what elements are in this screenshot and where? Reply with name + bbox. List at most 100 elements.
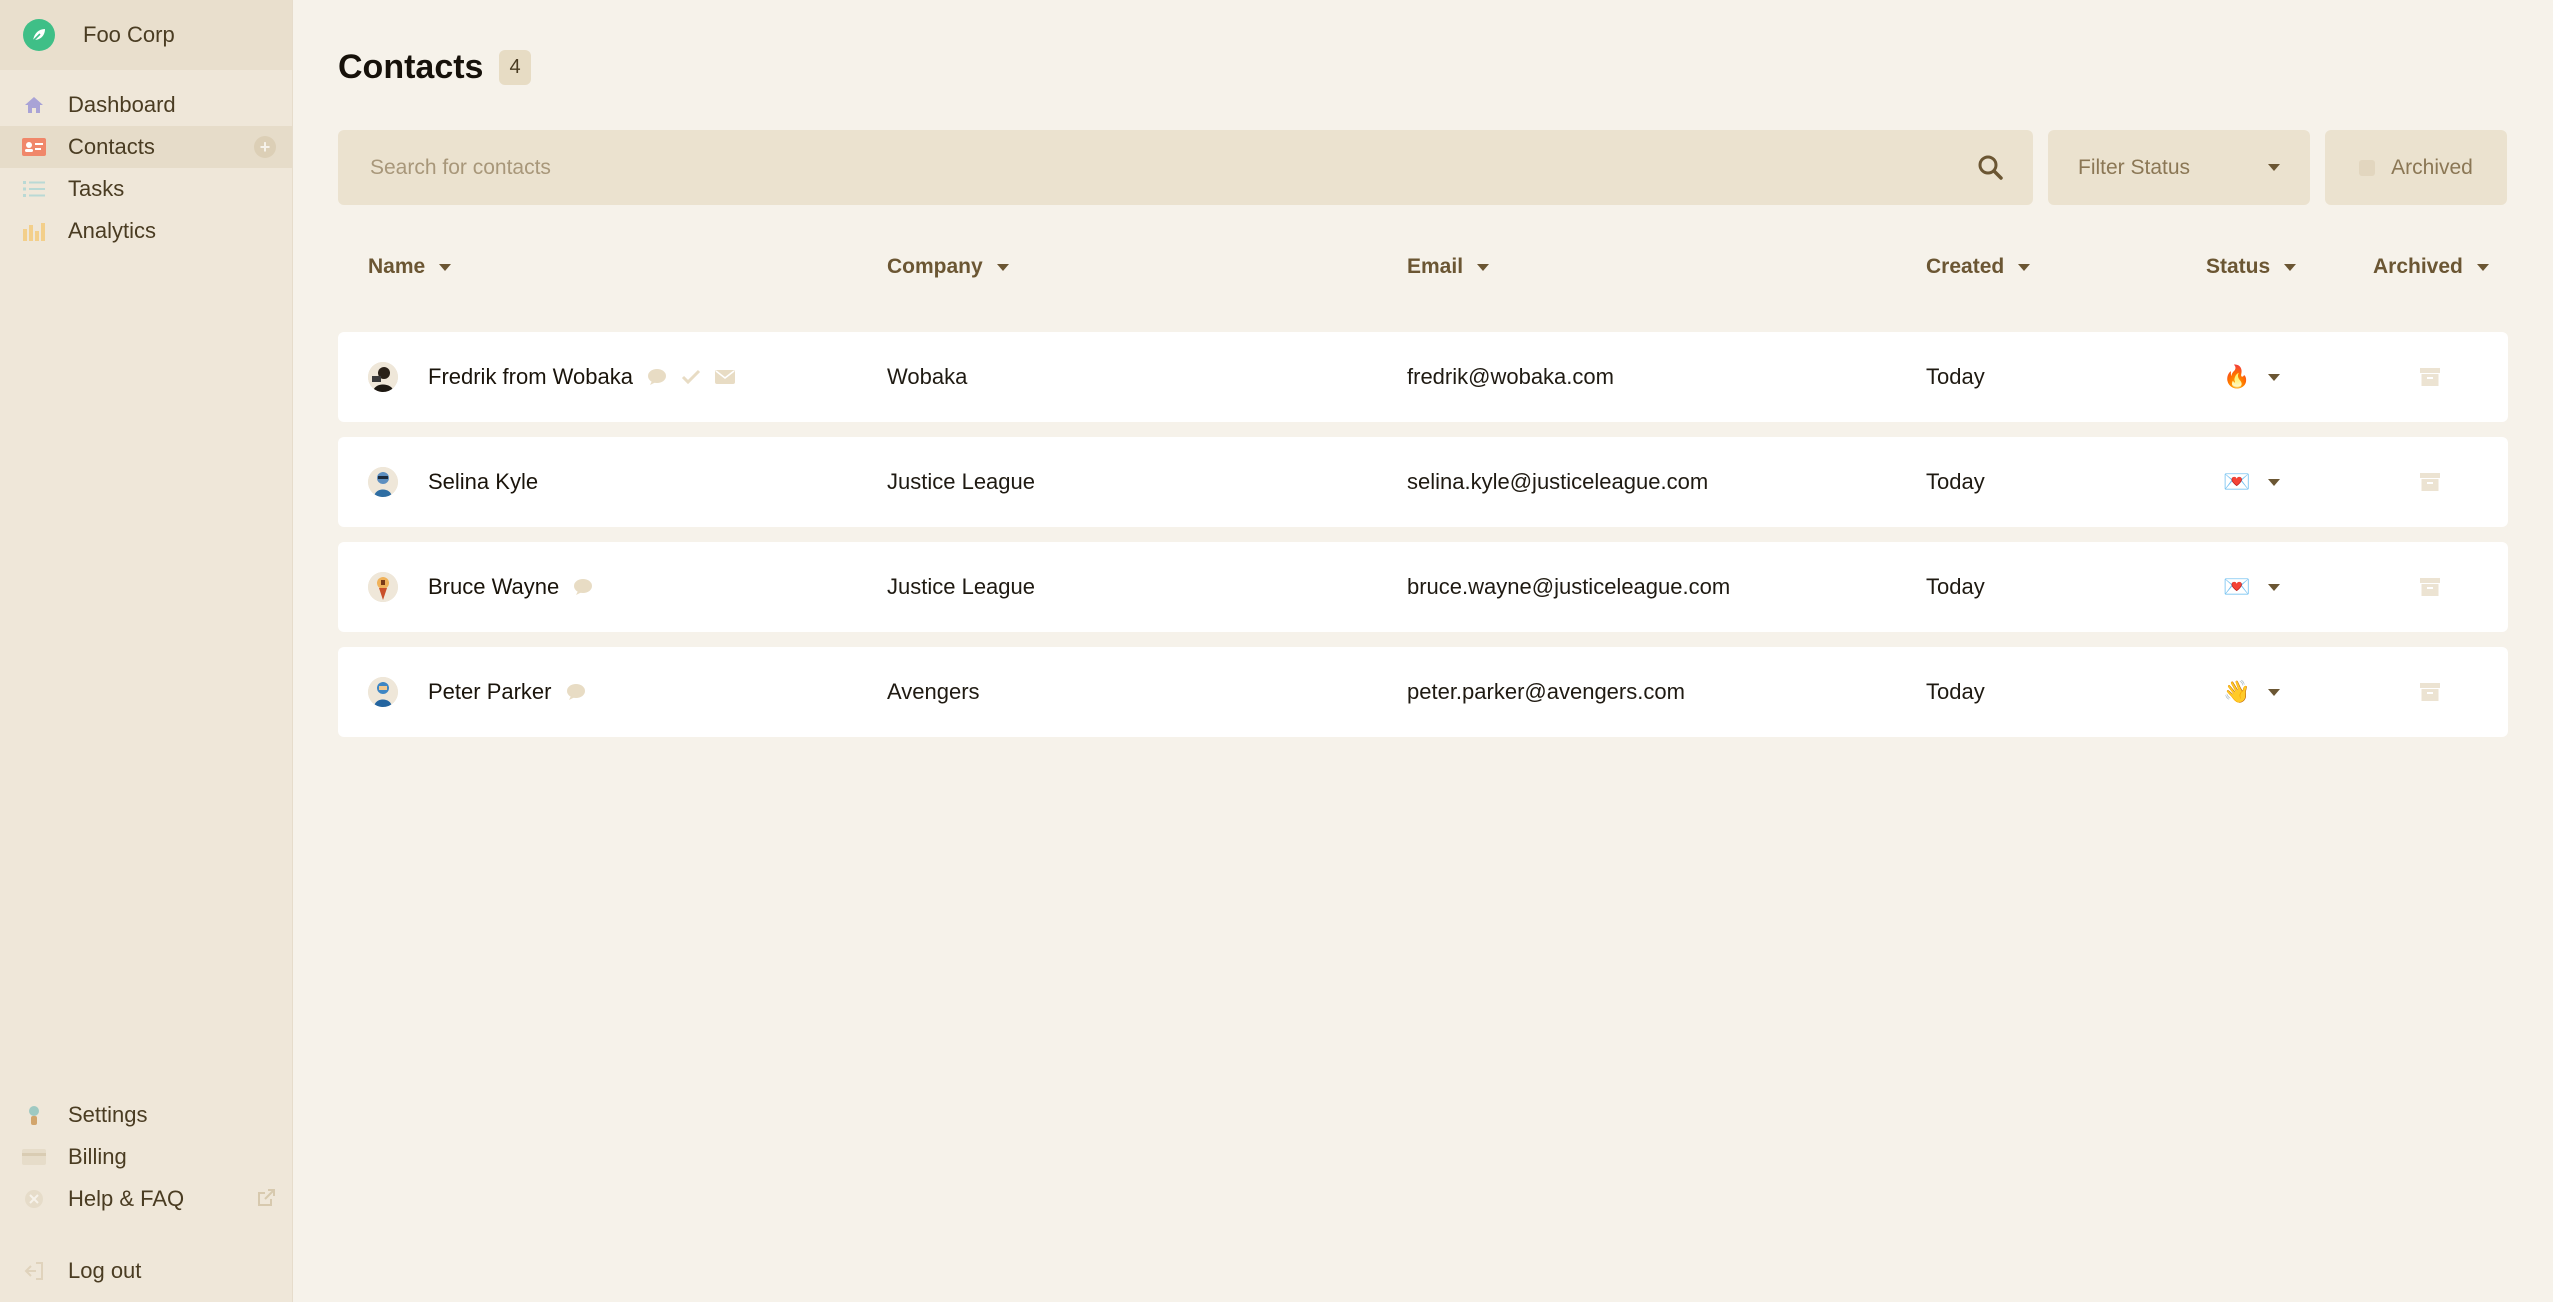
avatar [368,467,398,497]
sidebar-item-label: Analytics [68,218,157,243]
sidebar-item-help[interactable]: Help & FAQ [0,1178,292,1220]
external-link-icon [256,1188,276,1213]
status-dropdown[interactable]: 👋 [2223,647,2281,737]
column-header-name[interactable]: Name [368,255,452,279]
filter-status-label: Filter Status [2078,155,2191,179]
credit-card-icon [22,1145,46,1169]
contact-name[interactable]: Bruce Wayne [428,574,559,600]
status-emoji: 💌 [2223,574,2251,599]
chevron-down-icon [2268,373,2281,381]
created-cell: Today [1926,469,1985,494]
chat-bubble-icon [573,578,593,596]
archive-box-icon [2420,683,2440,701]
chat-bubble-icon [647,368,667,386]
sidebar-item-label: Contacts [68,134,155,159]
contacts-count-badge: 4 [499,49,531,85]
email-cell[interactable]: peter.parker@avengers.com [1407,647,1685,737]
created-cell: Today [1926,574,1985,599]
mail-icon [714,369,735,385]
column-header-label: Email [1407,255,1464,278]
page-header: Contacts 4 [338,47,2508,87]
sidebar: Foo Corp Dashboard Contacts + Tasks Anal… [0,0,293,1302]
column-header-created[interactable]: Created [1926,255,2031,279]
logout-label: Log out [68,1258,142,1283]
main-nav: Dashboard Contacts + Tasks Analytics [0,84,292,252]
sidebar-item-billing[interactable]: Billing [0,1136,292,1178]
archive-button[interactable] [2420,542,2440,632]
bar-chart-icon [22,219,46,243]
archive-box-icon [2420,578,2440,596]
contact-name[interactable]: Peter Parker [428,679,552,705]
status-dropdown[interactable]: 🔥 [2223,332,2281,422]
created-cell: Today [1926,364,1985,389]
table-header: Name Company Email Created Status Archiv… [338,255,2508,295]
email-cell[interactable]: fredrik@wobaka.com [1407,332,1614,422]
search-input[interactable] [370,155,2001,180]
sidebar-item-label: Billing [68,1144,127,1169]
status-dropdown[interactable]: 💌 [2223,437,2281,527]
add-contact-icon[interactable]: + [254,136,276,158]
avatar [368,362,398,392]
logout-icon [22,1259,46,1283]
column-header-status[interactable]: Status [2206,255,2297,279]
column-header-company[interactable]: Company [887,255,1009,279]
status-emoji: 👋 [2223,679,2251,704]
archive-button[interactable] [2420,332,2440,422]
avatar [368,677,398,707]
chevron-down-icon [2268,583,2281,591]
archive-box-icon [2420,368,2440,386]
sort-caret-icon [439,263,452,271]
name-cell: Peter Parker [368,647,586,737]
name-cell: Selina Kyle [368,437,538,527]
sidebar-item-analytics[interactable]: Analytics [0,210,292,252]
sort-caret-icon [996,263,1009,271]
sidebar-item-contacts[interactable]: Contacts + [0,126,292,168]
sidebar-item-dashboard[interactable]: Dashboard [0,84,292,126]
leaf-logo-icon [23,19,55,51]
table-row[interactable]: Selina Kyle Justice League selina.kyle@j… [338,437,2508,527]
sort-caret-icon [2476,263,2489,271]
column-header-label: Archived [2373,255,2463,278]
sidebar-item-label: Dashboard [68,92,176,117]
archive-button[interactable] [2420,437,2440,527]
sidebar-item-settings[interactable]: Settings [0,1094,292,1136]
column-header-email[interactable]: Email [1407,255,1490,279]
archive-button[interactable] [2420,647,2440,737]
org-switcher[interactable]: Foo Corp [0,0,292,70]
search-icon[interactable] [1977,154,2003,185]
company-cell: Justice League [887,469,1035,494]
email-cell[interactable]: bruce.wayne@justiceleague.com [1407,542,1730,632]
sidebar-item-tasks[interactable]: Tasks [0,168,292,210]
table-row[interactable]: Bruce Wayne Justice League bruce.wayne@j… [338,542,2508,632]
archived-checkbox-toggle[interactable]: Archived [2325,130,2507,205]
email-cell[interactable]: selina.kyle@justiceleague.com [1407,437,1708,527]
sort-caret-icon [1477,263,1490,271]
status-emoji: 💌 [2223,469,2251,494]
filter-status-select[interactable]: Filter Status [2048,130,2310,205]
column-header-label: Name [368,255,426,278]
sidebar-bottom: Settings Billing Help & FAQ Log out [0,1094,292,1302]
chevron-down-icon [2268,688,2281,696]
contact-name[interactable]: Selina Kyle [428,469,538,495]
check-icon [681,369,701,385]
sidebar-item-label: Tasks [68,176,125,201]
created-cell: Today [1926,679,1985,704]
table-row[interactable]: Peter Parker Avengers peter.parker@aveng… [338,647,2508,737]
sidebar-item-label: Settings [68,1102,148,1127]
company-cell: Wobaka [887,364,968,389]
status-emoji: 🔥 [2223,364,2251,389]
archived-toggle-label: Archived [2391,155,2473,179]
column-header-archived[interactable]: Archived [2373,255,2489,279]
table-row[interactable]: Fredrik from Wobaka Wobaka fredrik@wobak… [338,332,2508,422]
chat-bubble-icon [566,683,586,701]
name-cell: Bruce Wayne [368,542,593,632]
help-icon [22,1187,46,1211]
chevron-down-icon [2268,478,2281,486]
contact-card-icon [22,135,46,159]
main-content: Contacts 4 Filter Status Archived Name C… [338,0,2508,752]
status-dropdown[interactable]: 💌 [2223,542,2281,632]
toolbar: Filter Status Archived [338,130,2508,205]
archived-checkbox[interactable] [2359,159,2376,176]
logout-button[interactable]: Log out [0,1250,292,1292]
contact-name[interactable]: Fredrik from Wobaka [428,364,633,390]
